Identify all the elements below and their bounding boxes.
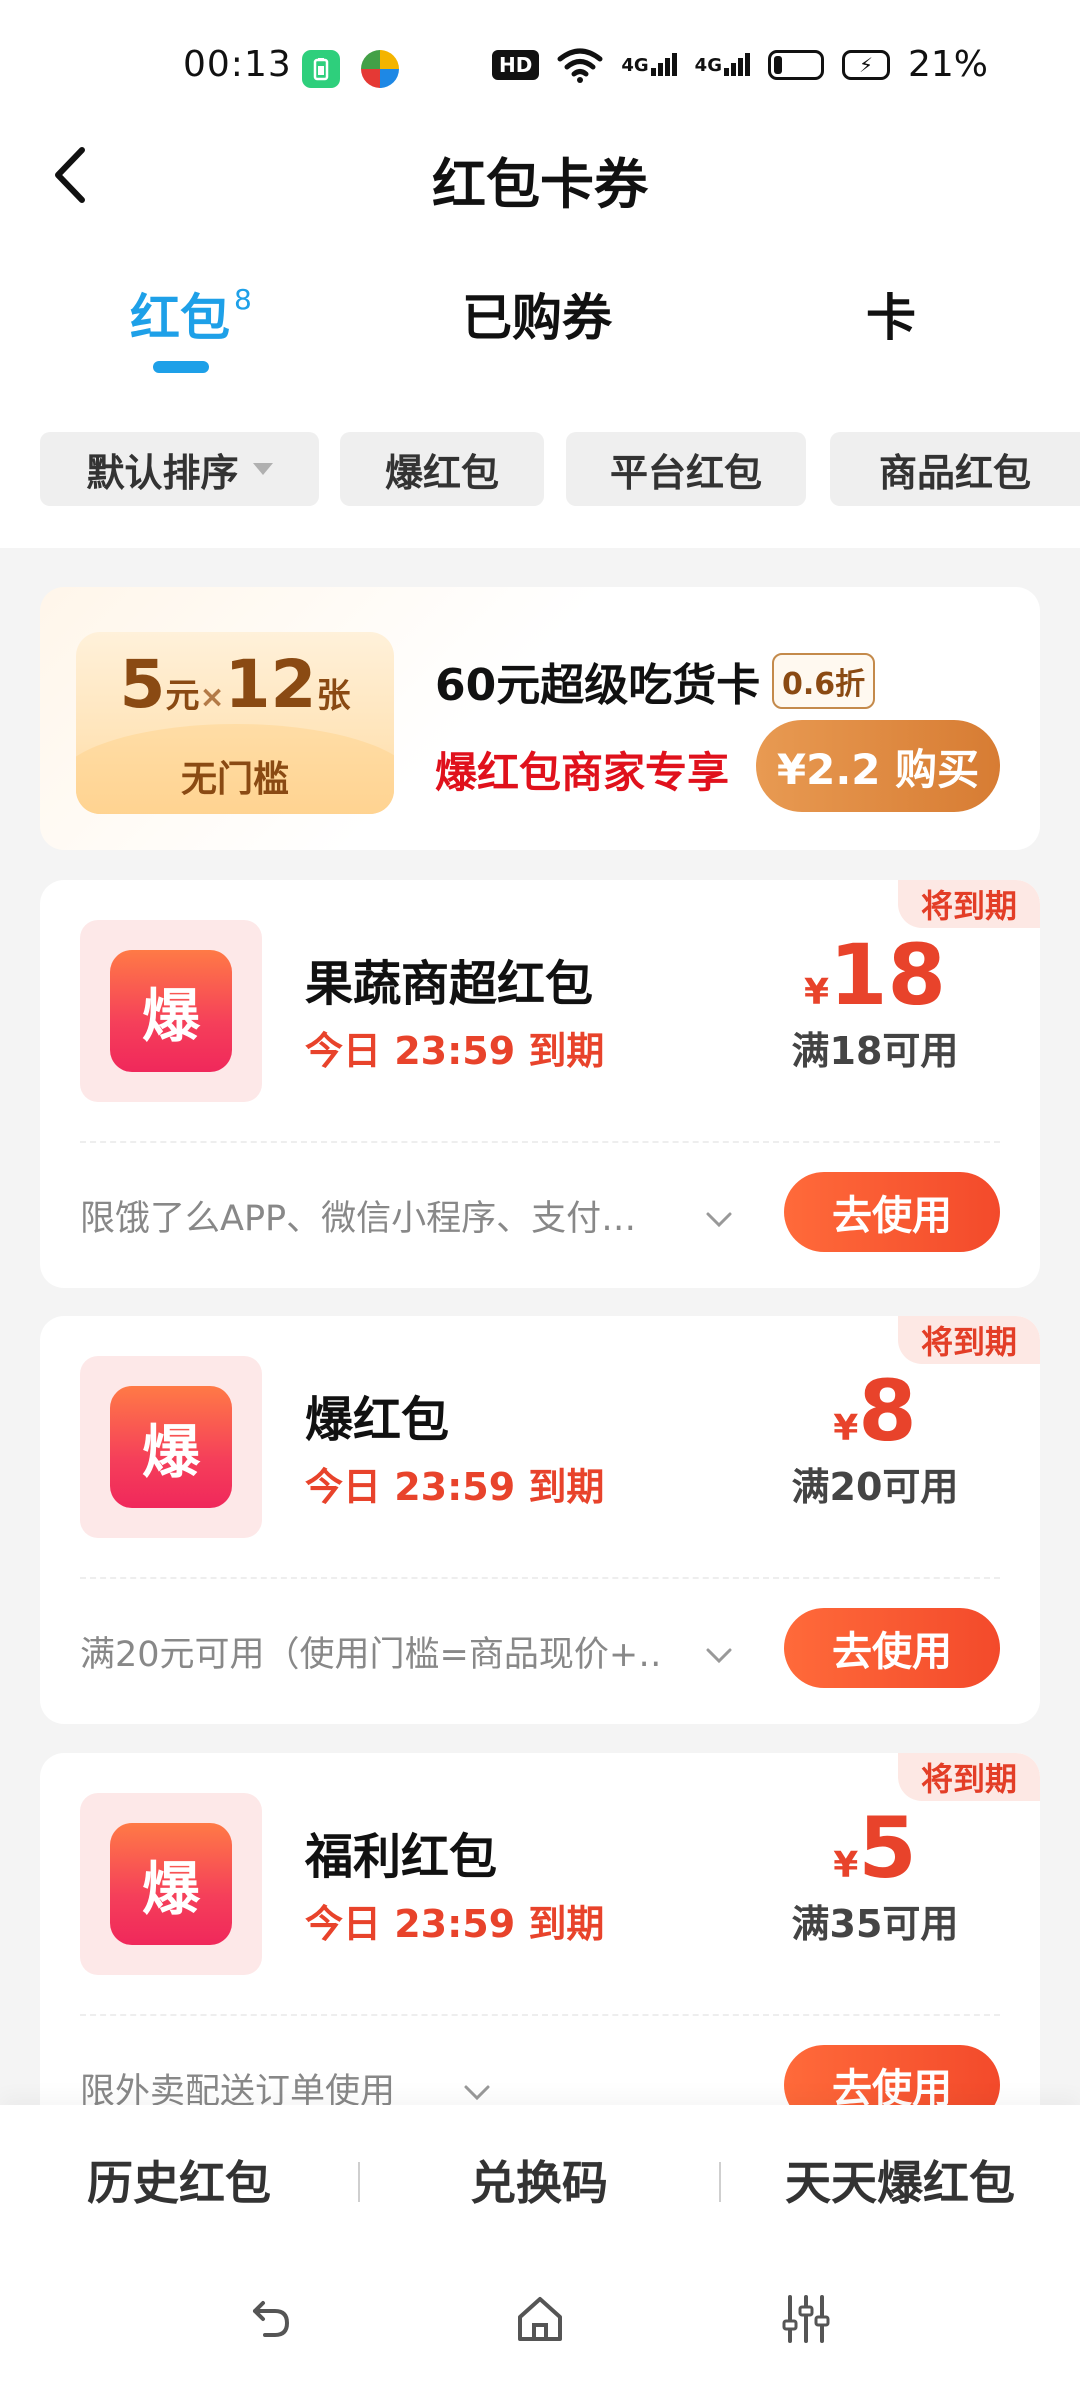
tab-purchased-coupons[interactable]: 已购券 xyxy=(462,278,612,350)
coupon-description: 限饿了么APP、微信小程序、支付… xyxy=(80,1199,637,1239)
sliders-icon xyxy=(782,2295,830,2343)
separator xyxy=(719,2162,721,2202)
wifi-icon xyxy=(557,48,603,83)
nav-menu-button[interactable] xyxy=(776,2289,836,2349)
battery-percent: 21% xyxy=(907,44,988,85)
coupon-card[interactable]: 将到期 爆 福利红包 今日 23:59 到期 ¥5 满35可用 限外卖配送订单使… xyxy=(40,1753,1040,2161)
tab-hongbao[interactable]: 红包 8 xyxy=(130,278,252,350)
system-nav-bar xyxy=(0,2245,1080,2400)
page-title: 红包卡券 xyxy=(432,153,648,216)
battery-icon xyxy=(767,49,824,80)
promo-title: 60元超级吃货卡 xyxy=(435,660,761,711)
chevron-down-icon[interactable] xyxy=(702,1202,736,1236)
ticket-threshold: 无门槛 xyxy=(180,759,289,800)
back-gesture-icon xyxy=(253,2301,290,2337)
use-button[interactable]: 去使用 xyxy=(784,1172,1000,1252)
filter-bao-hongbao[interactable]: 爆红包 xyxy=(340,432,544,506)
expiring-tag: 将到期 xyxy=(898,1753,1040,1801)
promo-subtitle: 爆红包商家专享 xyxy=(435,748,730,797)
promo-discount-badge: 0.6折 xyxy=(772,653,876,709)
filter-product-hongbao[interactable]: 商品红包 xyxy=(830,432,1080,506)
coupon-icon: 爆 xyxy=(80,920,262,1102)
ticket-amount: 5元×12张 xyxy=(119,646,351,723)
coupon-expiry: 今日 23:59 到期 xyxy=(305,1029,605,1073)
coupon-amount: ¥5 xyxy=(833,1799,917,1897)
chevron-down-icon[interactable] xyxy=(702,1638,736,1672)
dropdown-triangle-icon xyxy=(252,463,273,475)
sort-dropdown[interactable]: 默认排序 xyxy=(40,432,319,506)
use-button[interactable]: 去使用 xyxy=(784,1608,1000,1688)
app-notification-icon xyxy=(361,50,399,88)
expiring-tag: 将到期 xyxy=(898,880,1040,928)
dashed-divider xyxy=(80,1141,1000,1143)
signal-2-icon: 4G xyxy=(695,53,750,76)
history-hongbao-link[interactable]: 历史红包 xyxy=(87,2147,271,2213)
nav-back-button[interactable] xyxy=(241,2289,301,2349)
bao-icon: 爆 xyxy=(110,950,232,1072)
coupon-card[interactable]: 将到期 爆 爆红包 今日 23:59 到期 ¥8 满20可用 满20元可用（使用… xyxy=(40,1316,1040,1724)
daily-hongbao-link[interactable]: 天天爆红包 xyxy=(785,2147,1015,2213)
redeem-code-link[interactable]: 兑换码 xyxy=(470,2147,608,2213)
dashed-divider xyxy=(80,1577,1000,1579)
separator xyxy=(358,2162,360,2202)
battery-saver-icon xyxy=(302,50,340,88)
coupon-icon: 爆 xyxy=(80,1793,262,1975)
bottom-action-bar: 历史红包 兑换码 天天爆红包 xyxy=(0,2105,1080,2245)
promo-ticket: 5元×12张 无门槛 xyxy=(76,632,394,814)
promo-buy-button[interactable]: ¥2.2 购买 xyxy=(756,720,1000,812)
status-right: HD 4G 4G ⚡ 21% xyxy=(492,44,988,85)
sort-label: 默认排序 xyxy=(86,450,239,495)
tab-label: 红包 xyxy=(130,289,230,347)
expiring-tag: 将到期 xyxy=(898,1316,1040,1364)
coupon-icon: 爆 xyxy=(80,1356,262,1538)
coupon-expiry: 今日 23:59 到期 xyxy=(305,1465,605,1509)
promo-card[interactable]: 5元×12张 无门槛 60元超级吃货卡 0.6折 爆红包商家专享 ¥2.2 购买 xyxy=(40,587,1040,850)
coupon-name: 果蔬商超红包 xyxy=(305,956,594,1012)
status-bar: 00:13 HD 4G 4G ⚡ 21% xyxy=(0,0,1080,135)
filter-chips: 默认排序 爆红包 平台红包 商品红包 xyxy=(40,432,1080,506)
chevron-down-icon[interactable] xyxy=(460,2075,494,2109)
bao-icon: 爆 xyxy=(110,1386,232,1508)
nav-home-button[interactable] xyxy=(510,2289,570,2349)
bao-icon: 爆 xyxy=(110,1823,232,1945)
coupon-condition: 满20可用 xyxy=(791,1465,959,1509)
home-icon xyxy=(518,2297,562,2341)
charging-icon: ⚡ xyxy=(841,49,890,80)
coupon-name: 福利红包 xyxy=(305,1829,498,1885)
coupon-condition: 满35可用 xyxy=(791,1902,959,1946)
hd-badge: HD xyxy=(492,49,540,80)
tab-cards[interactable]: 卡 xyxy=(866,278,916,350)
coupon-expiry: 今日 23:59 到期 xyxy=(305,1902,605,1946)
status-time: 00:13 xyxy=(183,44,292,85)
tab-count-badge: 8 xyxy=(234,283,252,317)
signal-1-icon: 4G xyxy=(621,53,677,76)
coupon-amount: ¥18 xyxy=(804,926,946,1024)
active-tab-indicator xyxy=(153,361,209,373)
coupon-amount: ¥8 xyxy=(833,1362,917,1460)
coupon-description: 满20元可用（使用门槛=商品现价+… xyxy=(80,1635,660,1675)
dashed-divider xyxy=(80,2014,1000,2016)
coupon-card[interactable]: 将到期 爆 果蔬商超红包 今日 23:59 到期 ¥18 满18可用 限饿了么A… xyxy=(40,880,1040,1288)
coupon-condition: 满18可用 xyxy=(791,1029,959,1073)
top-area: 00:13 HD 4G 4G ⚡ 21% 红包卡券 红包 8 已购券 卡 默认排… xyxy=(0,0,1080,548)
filter-platform-hongbao[interactable]: 平台红包 xyxy=(566,432,806,506)
coupon-name: 爆红包 xyxy=(305,1392,450,1448)
